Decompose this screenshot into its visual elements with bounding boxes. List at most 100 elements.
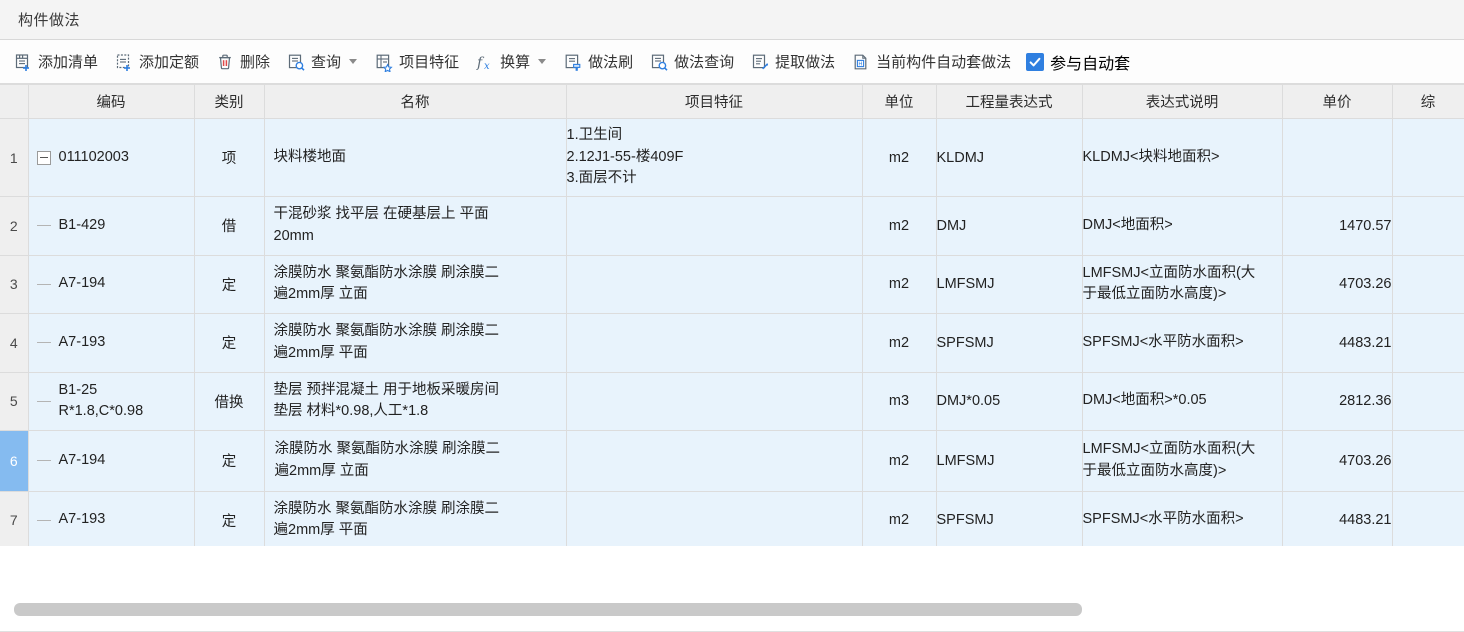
add-quota-button[interactable]: 添加定额	[107, 46, 206, 78]
horizontal-scrollbar-thumb[interactable]	[14, 603, 1082, 616]
project-feature-button[interactable]: 项目特征	[367, 46, 466, 78]
chevron-down-icon[interactable]	[349, 59, 358, 64]
cell-code[interactable]: 011102003	[28, 118, 195, 197]
column-header-price[interactable]: 单价	[1282, 84, 1393, 119]
table-row[interactable]: 3 A7-194 定 涂膜防水 聚氨酯防水涂膜 刷涂膜二 遍2mm厚 立面 m2…	[0, 255, 1464, 314]
cell-composite-price[interactable]	[1392, 255, 1464, 314]
cell-composite-price[interactable]	[1392, 313, 1464, 373]
cell-expr-desc[interactable]: KLDMJ<块料地面积>	[1082, 118, 1283, 197]
cell-price[interactable]: 4483.21	[1282, 313, 1393, 373]
cell-name[interactable]: 涂膜防水 聚氨酯防水涂膜 刷涂膜二 遍2mm厚 立面	[264, 255, 567, 314]
cell-category[interactable]: 定	[194, 491, 265, 546]
cell-name[interactable]: 涂膜防水 聚氨酯防水涂膜 刷涂膜二 遍2mm厚 平面	[264, 313, 567, 373]
row-number[interactable]: 3	[0, 255, 29, 314]
cell-feature[interactable]	[566, 372, 863, 431]
cell-category[interactable]: 定	[194, 255, 265, 314]
cell-unit[interactable]: m2	[862, 118, 937, 197]
cell-feature[interactable]	[566, 255, 863, 314]
cell-expr-desc[interactable]: LMFSMJ<立面防水面积(大 于最低立面防水高度)>	[1082, 430, 1283, 492]
column-header-feature[interactable]: 项目特征	[566, 84, 863, 119]
add-list-button[interactable]: 添加清单	[6, 46, 105, 78]
cell-code[interactable]: A7-193	[28, 313, 195, 373]
tree-collapse-icon[interactable]	[36, 150, 51, 165]
column-header-corner[interactable]	[0, 84, 29, 119]
row-number[interactable]: 5	[0, 372, 29, 431]
cell-qty-expr[interactable]: SPFSMJ	[936, 313, 1083, 373]
cell-feature[interactable]	[566, 430, 863, 492]
column-header-composite[interactable]: 综	[1392, 84, 1464, 119]
cell-category[interactable]: 定	[194, 430, 265, 492]
cell-feature[interactable]	[566, 491, 863, 546]
method-brush-button[interactable]: 做法刷	[556, 46, 640, 78]
cell-feature[interactable]	[566, 313, 863, 373]
horizontal-scrollbar-track[interactable]	[14, 603, 1456, 616]
chevron-down-icon[interactable]	[538, 59, 547, 64]
cell-price[interactable]: 2812.36	[1282, 372, 1393, 431]
column-header-unit[interactable]: 单位	[862, 84, 937, 119]
checkbox-checked-icon[interactable]	[1026, 52, 1045, 71]
cell-code[interactable]: B1-25 R*1.8,C*0.98	[28, 372, 195, 431]
cell-name[interactable]: 干混砂浆 找平层 在硬基层上 平面 20mm	[264, 196, 567, 256]
cell-category[interactable]: 定	[194, 313, 265, 373]
cell-feature[interactable]	[566, 196, 863, 256]
cell-category[interactable]: 借换	[194, 372, 265, 431]
table-row[interactable]: 4 A7-193 定 涂膜防水 聚氨酯防水涂膜 刷涂膜二 遍2mm厚 平面 m2…	[0, 313, 1464, 373]
cell-expr-desc[interactable]: SPFSMJ<水平防水面积>	[1082, 313, 1283, 373]
cell-expr-desc[interactable]: LMFSMJ<立面防水面积(大 于最低立面防水高度)>	[1082, 255, 1283, 314]
cell-feature[interactable]: 1.卫生间 2.12J1-55-楼409F 3.面层不计	[566, 118, 863, 197]
column-header-expr-desc[interactable]: 表达式说明	[1082, 84, 1283, 119]
method-table-container[interactable]: 编码 类别 名称 项目特征 单位 工程量表达式 表达式说明 单价 综 1 011…	[0, 84, 1464, 546]
cell-unit[interactable]: m2	[862, 313, 937, 373]
cell-category[interactable]: 项	[194, 118, 265, 197]
column-header-category[interactable]: 类别	[194, 84, 265, 119]
cell-unit[interactable]: m2	[862, 430, 937, 492]
cell-qty-expr[interactable]: LMFSMJ	[936, 255, 1083, 314]
cell-name-active[interactable]: 涂膜防水 聚氨酯防水涂膜 刷涂膜二 遍2mm厚 立面	[264, 430, 567, 492]
cell-expr-desc[interactable]: DMJ<地面积>	[1082, 196, 1283, 256]
cell-unit[interactable]: m2	[862, 255, 937, 314]
auto-apply-checkbox-row[interactable]: 参与自动套	[1020, 46, 1136, 78]
cell-composite-price[interactable]	[1392, 196, 1464, 256]
cell-unit[interactable]: m2	[862, 196, 937, 256]
auto-method-button[interactable]: H 当前构件自动套做法	[844, 46, 1018, 78]
cell-expr-desc[interactable]: SPFSMJ<水平防水面积>	[1082, 491, 1283, 546]
cell-name[interactable]: 垫层 预拌混凝土 用于地板采暖房间 垫层 材料*0.98,人工*1.8	[264, 372, 567, 431]
column-header-code[interactable]: 编码	[28, 84, 195, 119]
row-number[interactable]: 6	[0, 430, 29, 492]
table-row-selected[interactable]: 6 A7-194 定 涂膜防水 聚氨酯防水涂膜 刷涂膜二 遍2mm厚 立面 m2…	[0, 430, 1464, 492]
table-row[interactable]: 7 A7-193 定 涂膜防水 聚氨酯防水涂膜 刷涂膜二 遍2mm厚 平面 m2…	[0, 491, 1464, 546]
method-query-button[interactable]: 做法查询	[642, 46, 741, 78]
cell-price[interactable]: 4703.26	[1282, 430, 1393, 492]
cell-composite-price[interactable]	[1392, 491, 1464, 546]
cell-expr-desc[interactable]: DMJ<地面积>*0.05	[1082, 372, 1283, 431]
cell-qty-expr[interactable]: KLDMJ	[936, 118, 1083, 197]
cell-composite-price[interactable]	[1392, 372, 1464, 431]
query-button[interactable]: 查询	[279, 46, 365, 78]
row-number[interactable]: 4	[0, 313, 29, 373]
cell-category[interactable]: 借	[194, 196, 265, 256]
cell-code[interactable]: A7-194	[28, 430, 195, 492]
cell-unit[interactable]: m2	[862, 491, 937, 546]
cell-composite-price[interactable]	[1392, 430, 1464, 492]
cell-qty-expr[interactable]: LMFSMJ	[936, 430, 1083, 492]
panel-tab-label[interactable]: 构件做法	[18, 9, 80, 30]
cell-qty-expr[interactable]: DMJ*0.05	[936, 372, 1083, 431]
table-row[interactable]: 5 B1-25 R*1.8,C*0.98 借换 垫层 预拌混凝土 用于地板采暖房…	[0, 372, 1464, 431]
cell-name[interactable]: 涂膜防水 聚氨酯防水涂膜 刷涂膜二 遍2mm厚 平面	[264, 491, 567, 546]
cell-code[interactable]: A7-194	[28, 255, 195, 314]
cell-price[interactable]: 1470.57	[1282, 196, 1393, 256]
cell-composite-price[interactable]	[1392, 118, 1464, 197]
cell-code[interactable]: B1-429	[28, 196, 195, 256]
column-header-name[interactable]: 名称	[264, 84, 567, 119]
cell-name[interactable]: 块料楼地面	[264, 118, 567, 197]
row-number[interactable]: 7	[0, 491, 29, 546]
cell-unit[interactable]: m3	[862, 372, 937, 431]
cell-price[interactable]: 4483.21	[1282, 491, 1393, 546]
cell-code[interactable]: A7-193	[28, 491, 195, 546]
convert-button[interactable]: f x 换算	[468, 46, 554, 78]
table-row[interactable]: 2 B1-429 借 干混砂浆 找平层 在硬基层上 平面 20mm m2 DMJ	[0, 196, 1464, 256]
delete-button[interactable]: 删除	[208, 46, 277, 78]
cell-qty-expr[interactable]: DMJ	[936, 196, 1083, 256]
table-row[interactable]: 1 011102003 项 块料楼地面 1.卫生间 2.12J1-55-楼409…	[0, 118, 1464, 197]
row-number[interactable]: 2	[0, 196, 29, 256]
